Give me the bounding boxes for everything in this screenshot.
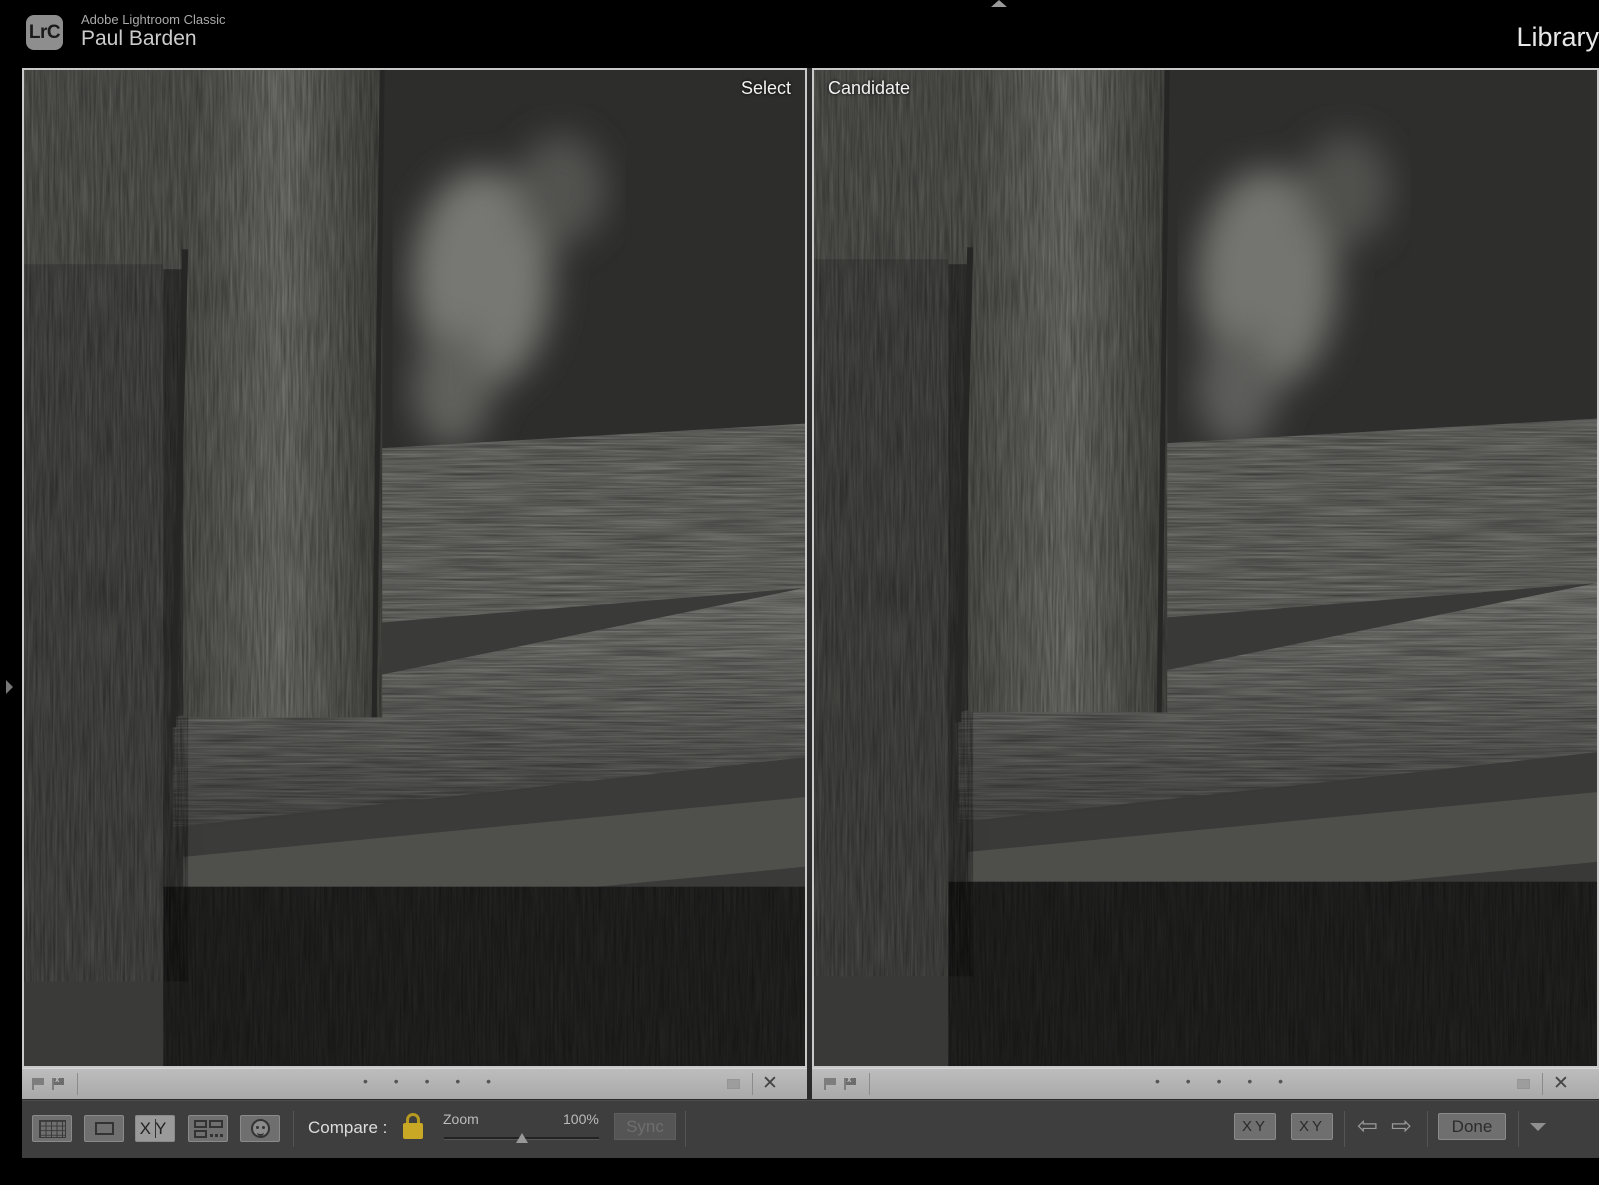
survey-view-button[interactable] [188, 1115, 228, 1142]
done-button[interactable]: Done [1438, 1113, 1506, 1140]
toolbar-divider [1344, 1111, 1345, 1147]
previous-arrow-icon[interactable]: ⇦ [1357, 1114, 1378, 1139]
next-arrow-icon[interactable]: ⇨ [1391, 1114, 1412, 1139]
pick-flag-icon[interactable] [32, 1078, 44, 1090]
select-pane: Select x • • • • • ✕ [22, 68, 807, 1119]
compare-toolbar: XY Compare : Zoom 100% Sync XY XY ⇦ ⇨ Do… [22, 1100, 1599, 1158]
star-rating[interactable]: • • • • • [1155, 1073, 1294, 1089]
strip-divider [77, 1073, 78, 1095]
loupe-icon [95, 1122, 114, 1135]
bottom-edge [0, 1158, 1599, 1185]
lock-icon[interactable] [403, 1113, 423, 1140]
module-library[interactable]: Library [1516, 22, 1599, 53]
compare-view-button[interactable]: XY [135, 1115, 175, 1142]
candidate-info-strip: x • • • • • ✕ [812, 1068, 1599, 1099]
star-rating[interactable]: • • • • • [363, 1073, 502, 1089]
app-name: Adobe Lightroom Classic [81, 12, 226, 27]
left-panel-strip [0, 66, 20, 1185]
strip-divider [1542, 1073, 1543, 1095]
zoom-label: Zoom [443, 1111, 479, 1127]
people-view-button[interactable] [240, 1115, 280, 1142]
toolbar-divider [685, 1111, 686, 1147]
grid-icon [39, 1120, 66, 1138]
compare-view-area: Select x • • • • • ✕ Candidate x • • • •… [22, 68, 1599, 1119]
close-icon[interactable]: ✕ [1553, 1072, 1569, 1095]
strip-divider [869, 1073, 870, 1095]
select-photo[interactable]: Select [22, 68, 807, 1068]
zoom-slider-thumb[interactable] [515, 1133, 528, 1143]
candidate-photo-image [814, 70, 1597, 1066]
reject-flag-icon[interactable]: x [844, 1075, 856, 1090]
select-photo-image [24, 70, 805, 1066]
xy-compare-icon: XY [136, 1116, 174, 1141]
sync-button[interactable]: Sync [614, 1113, 676, 1140]
toolbar-divider [1518, 1111, 1519, 1147]
color-label-swatch[interactable] [1517, 1079, 1530, 1089]
color-label-swatch[interactable] [727, 1079, 740, 1089]
candidate-photo[interactable]: Candidate [812, 68, 1599, 1068]
close-icon[interactable]: ✕ [762, 1072, 778, 1095]
pick-flag-icon[interactable] [824, 1078, 836, 1090]
lrc-logo: LrC [26, 15, 63, 50]
identity-plate: LrC Adobe Lightroom Classic Paul Barden … [0, 0, 1599, 66]
candidate-pane: Candidate x • • • • • ✕ [812, 68, 1599, 1119]
user-name: Paul Barden [81, 27, 197, 50]
survey-icon [194, 1120, 223, 1138]
toolbar-divider [293, 1111, 294, 1147]
swap-button[interactable]: XY [1234, 1113, 1276, 1140]
zoom-value: 100% [563, 1111, 599, 1127]
left-panel-toggle-icon[interactable] [6, 680, 13, 694]
strip-divider [752, 1073, 753, 1095]
select-label: Select [740, 78, 791, 98]
candidate-label: Candidate [828, 78, 911, 98]
top-panel-toggle-icon[interactable] [991, 0, 1007, 7]
grid-view-button[interactable] [32, 1115, 72, 1142]
face-icon [251, 1119, 270, 1138]
compare-label: Compare : [308, 1118, 388, 1137]
select-info-strip: x • • • • • ✕ [22, 1068, 807, 1099]
toolbar-menu-chevron-down-icon[interactable] [1530, 1123, 1546, 1131]
make-select-button[interactable]: XY [1291, 1113, 1333, 1140]
toolbar-divider [1427, 1111, 1428, 1147]
reject-flag-icon[interactable]: x [52, 1075, 64, 1090]
loupe-view-button[interactable] [84, 1115, 124, 1142]
